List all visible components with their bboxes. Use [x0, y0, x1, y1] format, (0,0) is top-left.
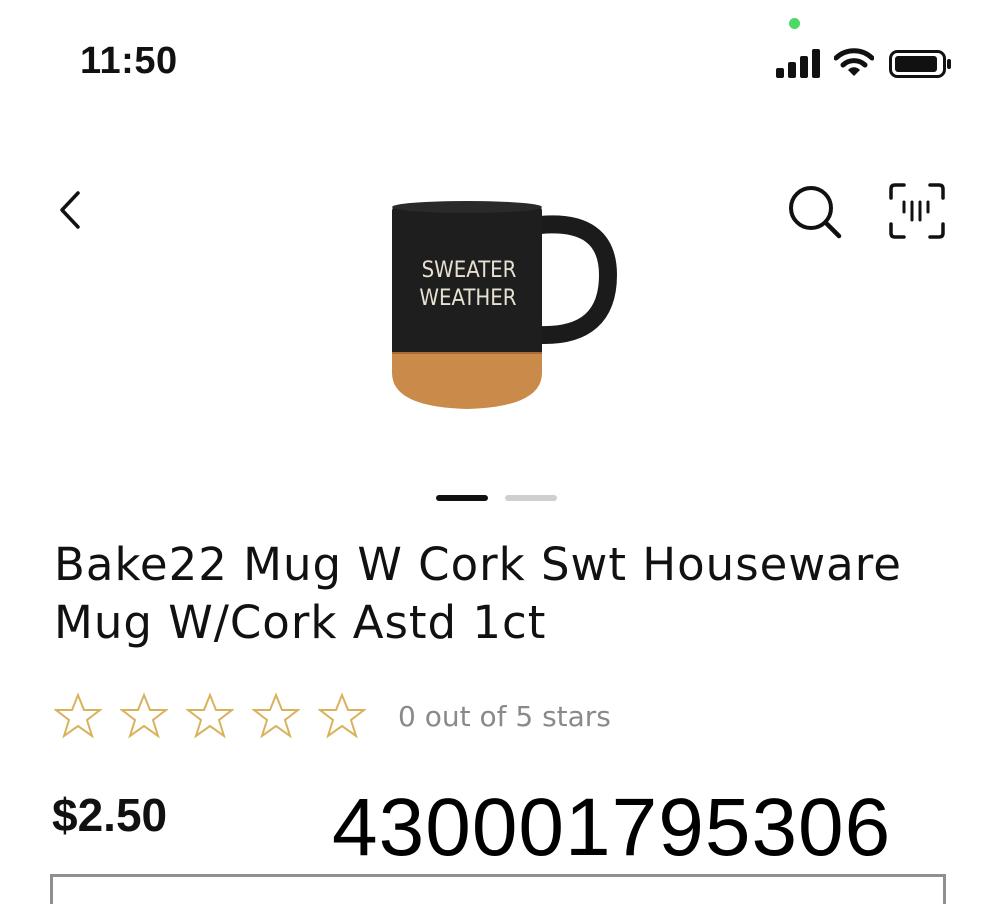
rating-summary-text: 0 out of 5 stars	[398, 700, 611, 733]
battery-icon	[889, 50, 951, 78]
barcode-scan-icon[interactable]	[888, 182, 946, 240]
wifi-icon	[834, 48, 874, 76]
mug-print-text-line1: SWEATER	[422, 258, 517, 283]
product-price: $2.50	[52, 789, 168, 841]
product-image-mug[interactable]: SWEATER WEATHER	[380, 195, 620, 420]
quantity-box[interactable]	[50, 874, 946, 904]
product-upc: 430001795306	[332, 782, 892, 873]
star-outline-icon[interactable]	[318, 692, 366, 740]
mug-print-text-line2: WEATHER	[419, 286, 516, 311]
star-outline-icon[interactable]	[252, 692, 300, 740]
privacy-indicator-dot	[789, 18, 800, 29]
product-title: Bake22 Mug W Cork Swt Houseware Mug W/Co…	[54, 538, 902, 649]
star-outline-icon[interactable]	[186, 692, 234, 740]
carousel-dot-active[interactable]	[436, 495, 488, 501]
star-outline-icon[interactable]	[120, 692, 168, 740]
star-rating[interactable]	[54, 692, 366, 740]
signal-icon	[776, 48, 820, 78]
status-time: 11:50	[80, 40, 178, 82]
carousel-dot-inactive[interactable]	[505, 495, 557, 501]
chevron-left-icon[interactable]	[52, 185, 92, 235]
search-icon[interactable]	[786, 183, 844, 241]
star-outline-icon[interactable]	[54, 692, 102, 740]
